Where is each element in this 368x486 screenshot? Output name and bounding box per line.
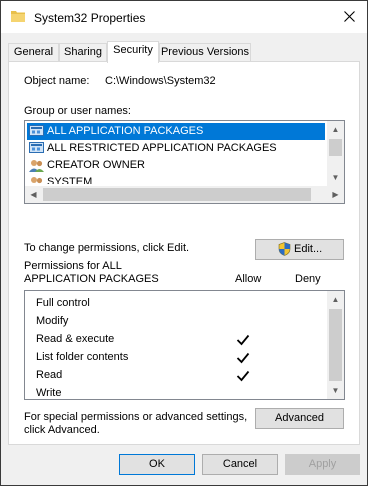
tab-sharing[interactable]: Sharing [59,43,107,62]
scroll-right-arrow-icon[interactable]: ▶ [327,186,344,203]
permission-row: Modify [36,315,69,327]
scroll-left-arrow-icon[interactable]: ◀ [25,186,42,203]
allow-checkmark-icon [236,370,250,382]
list-item[interactable]: CREATOR OWNER [27,157,325,174]
list-item[interactable]: SYSTEM [27,174,325,184]
ok-button[interactable]: OK [119,454,195,475]
scroll-thumb[interactable] [329,309,342,381]
title-bar[interactable]: System32 Properties [1,1,367,33]
scroll-up-arrow-icon[interactable]: ▲ [327,121,344,138]
permissions-scrollbar[interactable]: ▲ ▼ [327,291,344,399]
security-panel: Object name: C:\Windows\System32 Group o… [8,61,360,445]
group-names-label: Group or user names: [24,105,131,117]
permission-row: Full control [36,297,90,309]
allow-column-header: Allow [235,273,262,285]
deny-column-header: Deny [295,273,321,285]
app-package-icon [29,125,44,136]
permissions-list[interactable]: Full control Modify Read & execute List … [24,290,345,400]
edit-button[interactable]: Edit... [255,239,344,260]
list-horizontal-scrollbar[interactable]: ◀ ▶ [25,186,344,203]
close-icon [343,11,355,22]
close-button[interactable] [339,7,359,27]
tab-security[interactable]: Security [107,41,159,63]
scroll-down-arrow-icon[interactable]: ▼ [327,382,344,399]
tab-general[interactable]: General [8,43,59,62]
users-icon [31,177,43,184]
change-permissions-text: To change permissions, click Edit. [24,242,190,254]
permission-row: List folder contents [36,351,129,363]
scroll-down-arrow-icon[interactable]: ▼ [327,169,344,186]
app-package-icon [29,142,44,153]
advanced-button[interactable]: Advanced [255,408,344,429]
apply-button[interactable]: Apply [285,454,360,475]
list-item-label: CREATOR OWNER [47,159,145,171]
permission-row: Write [36,387,62,399]
users-icon [29,160,44,172]
list-item-label: SYSTEM [47,176,93,184]
list-item[interactable]: ALL APPLICATION PACKAGES [27,123,325,140]
group-user-list[interactable]: ALL APPLICATION PACKAGES ALL RESTRICTED … [24,120,345,204]
permissions-header-line2: APPLICATION PACKAGES [24,273,159,285]
allow-checkmark-icon [236,352,250,364]
permission-row: Read & execute [36,333,115,345]
allow-checkmark-icon [236,334,250,346]
dialog-body: General Sharing Security Previous Versio… [1,33,367,485]
advanced-text-line2: click Advanced. [24,424,100,436]
scroll-thumb[interactable] [329,139,342,156]
scroll-up-arrow-icon[interactable]: ▲ [327,291,344,308]
permission-row: Read [36,369,63,381]
list-item[interactable]: ALL RESTRICTED APPLICATION PACKAGES [27,140,325,157]
list-item-label: ALL RESTRICTED APPLICATION PACKAGES [47,142,277,154]
folder-icon [11,11,25,22]
tab-previous-versions[interactable]: Previous Versions [159,43,251,62]
list-vertical-scrollbar[interactable]: ▲ ▼ [327,121,344,186]
edit-button-label: Edit... [294,243,323,255]
scroll-thumb[interactable] [43,188,311,201]
window-title: System32 Properties [34,11,146,25]
advanced-text-line1: For special permissions or advanced sett… [24,411,248,423]
list-item-label: ALL APPLICATION PACKAGES [47,125,204,137]
object-name-label: Object name: [24,75,90,87]
permissions-header-line1: Permissions for ALL [24,260,122,272]
object-name-value: C:\Windows\System32 [105,75,216,87]
cancel-button[interactable]: Cancel [202,454,278,475]
properties-window: System32 Properties General Sharing Secu… [0,0,368,486]
shield-icon [278,242,291,256]
